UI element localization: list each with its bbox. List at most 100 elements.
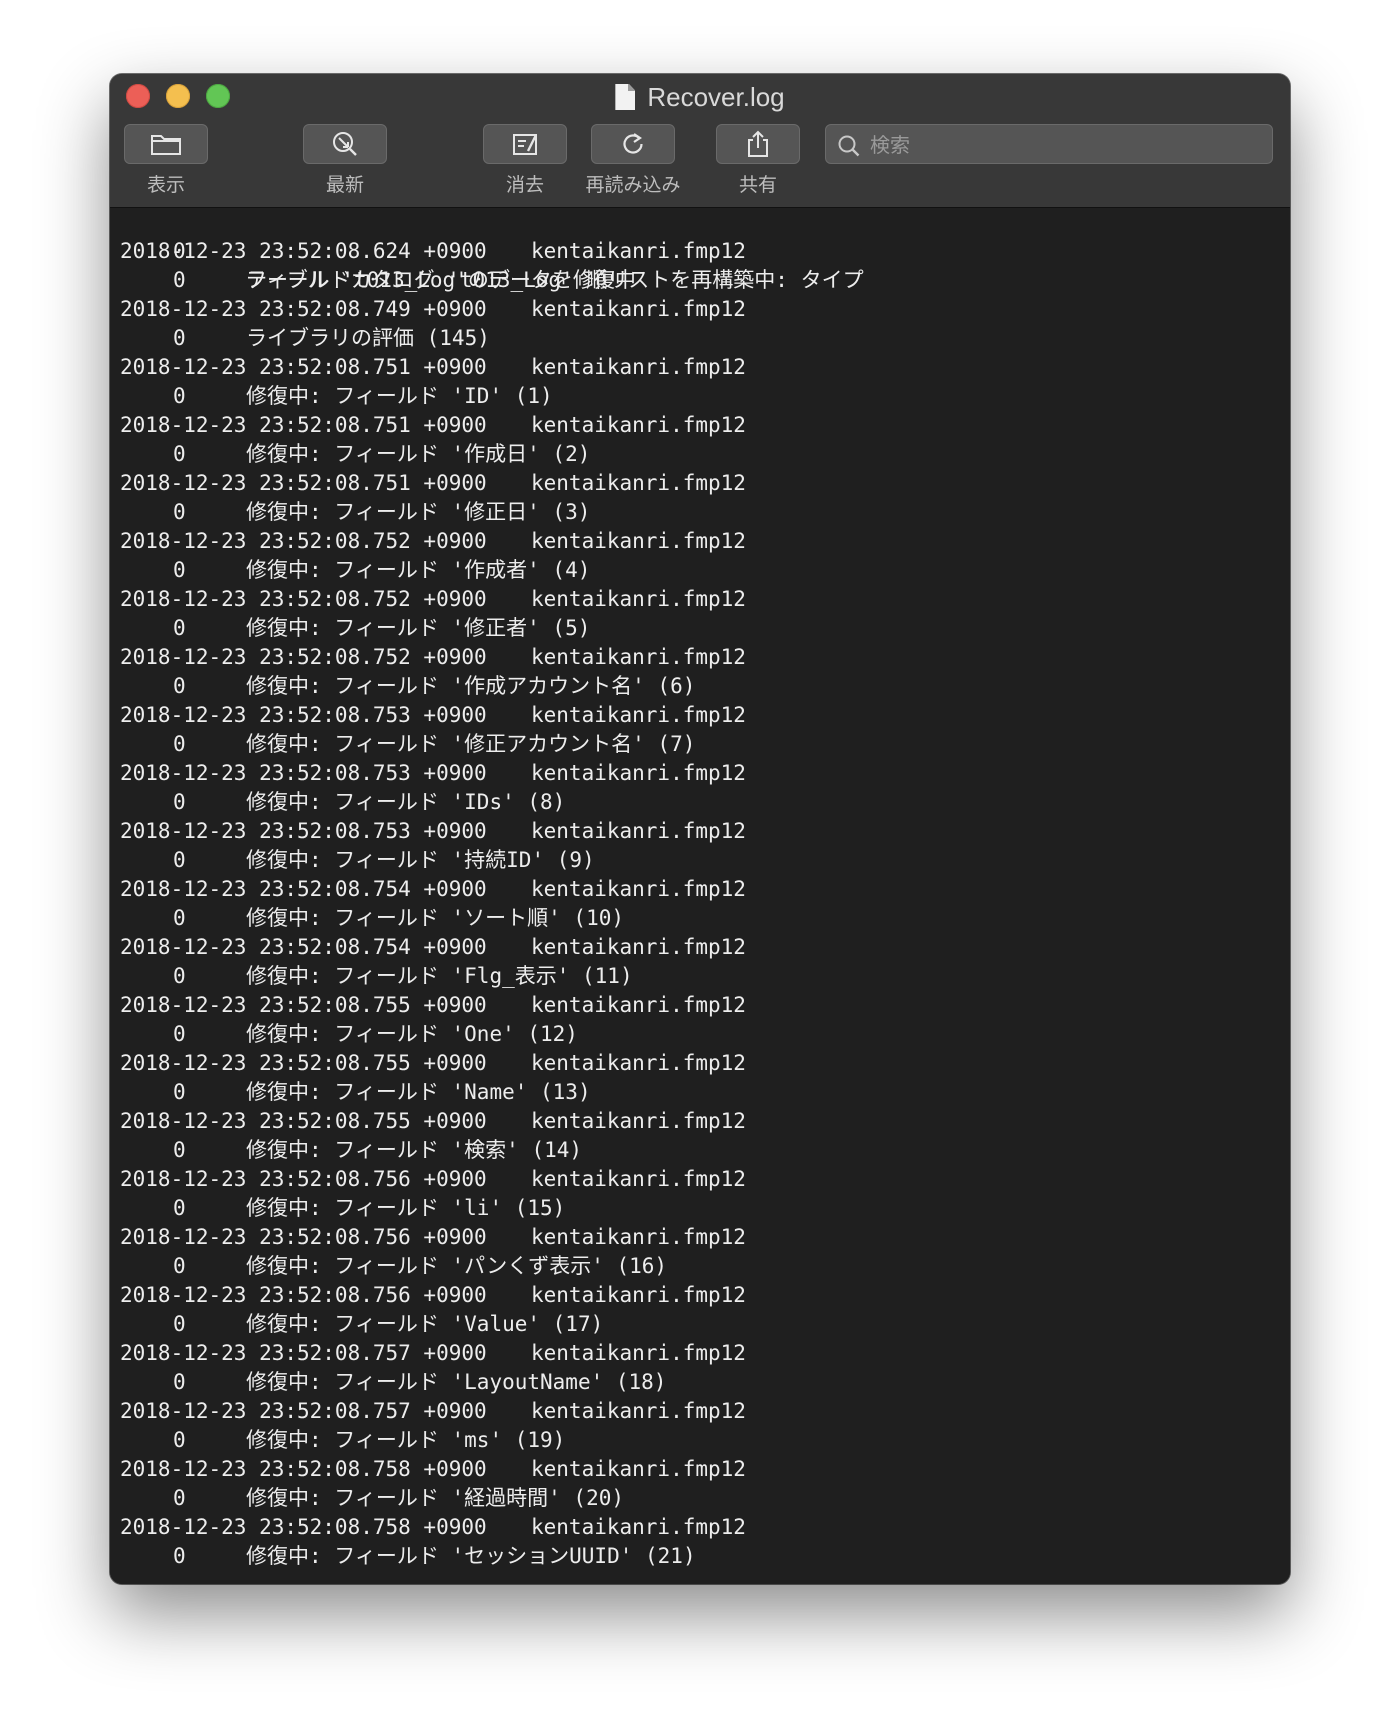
log-message: 修復中: フィールド 'ID' (1): [246, 384, 553, 408]
log-message: 修復中: フィールド '修正アカウント名' (7): [246, 732, 696, 756]
log-timestamp: 2018-12-23 23:52:08.755 +0900: [120, 1109, 487, 1133]
log-message-line: 0 修復中: フィールド 'Value' (17): [120, 1310, 1290, 1339]
log-file: kentaikanri.fmp12: [531, 587, 746, 611]
log-message-line: 0 修復中: フィールド '修正アカウント名' (7): [120, 730, 1290, 759]
log-file: kentaikanri.fmp12: [531, 993, 746, 1017]
log-message: 修復中: フィールド 'Flg_表示' (11): [246, 964, 633, 988]
toolbar-item-share: 共有: [715, 124, 801, 197]
log-entry: 2018-12-23 23:52:08.751 +0900 kentaikanri…: [120, 353, 1290, 411]
log-entry: 2018-12-23 23:52:08.749 +0900 kentaikanri…: [120, 295, 1290, 353]
log-file: kentaikanri.fmp12: [531, 1457, 746, 1481]
magnifier-arrow-icon: [333, 132, 357, 156]
log-file: kentaikanri.fmp12: [531, 1399, 746, 1423]
log-message-line: 0 修復中: フィールド '作成アカウント名' (6): [120, 672, 1290, 701]
log-timestamp: 2018-12-23 23:52:08.751 +0900: [120, 355, 487, 379]
log-message-line: 0 修復中: フィールド '作成日' (2): [120, 440, 1290, 469]
log-timestamp-line: 2018-12-23 23:52:08.758 +0900 kentaikanri…: [120, 1455, 1290, 1484]
log-message-line: 0 修復中: フィールド 'IDs' (8): [120, 788, 1290, 817]
clear-button[interactable]: [483, 124, 567, 164]
log-file: kentaikanri.fmp12: [531, 703, 746, 727]
log-timestamp: 2018-12-23 23:52:08.758 +0900: [120, 1457, 487, 1481]
toolbar-item-show: 表示: [123, 124, 209, 197]
latest-label: 最新: [325, 174, 364, 196]
log-message: 修復中: フィールド 'li' (15): [246, 1196, 566, 1220]
log-code: 0: [173, 906, 186, 930]
log-file: kentaikanri.fmp12: [531, 761, 746, 785]
log-timestamp-line: 2018-12-23 23:52:08.752 +0900 kentaikanri…: [120, 643, 1290, 672]
log-file: kentaikanri.fmp12: [531, 935, 746, 959]
log-message: 修復中: フィールド 'ms' (19): [246, 1428, 566, 1452]
log-timestamp-line: 2018-12-23 23:52:08.752 +0900 kentaikanri…: [120, 527, 1290, 556]
log-message: 修復中: フィールド 'One' (12): [246, 1022, 578, 1046]
log-message: テーブル 't013_Log'のデータを修復中: [246, 268, 636, 292]
log-message: 修復中: フィールド 'パンくず表示' (16): [246, 1254, 668, 1278]
log-message: 修復中: フィールド '作成日' (2): [246, 442, 591, 466]
log-message: 修復中: フィールド 'セッションUUID' (21): [246, 1544, 696, 1568]
log-timestamp: 2018-12-23 23:52:08.756 +0900: [120, 1283, 487, 1307]
log-timestamp: 2018-12-23 23:52:08.624 +0900: [120, 239, 487, 263]
share-button[interactable]: [716, 124, 800, 164]
log-message: 修復中: フィールド '作成者' (4): [246, 558, 591, 582]
log-file: kentaikanri.fmp12: [531, 355, 746, 379]
log-timestamp-line: 2018-12-23 23:52:08.749 +0900 kentaikanri…: [120, 295, 1290, 324]
log-timestamp: 2018-12-23 23:52:08.758 +0900: [120, 1515, 487, 1539]
log-entry: 2018-12-23 23:52:08.757 +0900 kentaikanri…: [120, 1397, 1290, 1455]
log-timestamp: 2018-12-23 23:52:08.749 +0900: [120, 297, 487, 321]
log-message: 修復中: フィールド '経過時間' (20): [246, 1486, 625, 1510]
log-code: 0: [173, 1254, 186, 1278]
log-code: 0: [173, 1486, 186, 1510]
log-code: 0: [173, 964, 186, 988]
log-code: 0: [173, 1080, 186, 1104]
log-timestamp-line: 2018-12-23 23:52:08.755 +0900 kentaikanri…: [120, 1107, 1290, 1136]
log-entry: 2018-12-23 23:52:08.755 +0900 kentaikanri…: [120, 1049, 1290, 1107]
console-window: Recover.log 表示 最新 消去 再読み込み 共有 検索 0 フィールド…: [110, 74, 1290, 1584]
log-message-line: 0 修復中: フィールド 'パンくず表示' (16): [120, 1252, 1290, 1281]
log-message-line: 0 修復中: フィールド 'ID' (1): [120, 382, 1290, 411]
reload-button[interactable]: [591, 124, 675, 164]
show-button[interactable]: [124, 124, 208, 164]
toolbar-item-latest: 最新: [302, 124, 388, 197]
log-message-line: 0 修復中: フィールド '経過時間' (20): [120, 1484, 1290, 1513]
log-file: kentaikanri.fmp12: [531, 877, 746, 901]
log-timestamp-line: 2018-12-23 23:52:08.753 +0900 kentaikanri…: [120, 817, 1290, 846]
show-label: 表示: [146, 174, 185, 196]
log-file: kentaikanri.fmp12: [531, 1515, 746, 1539]
log-message-line: 0 修復中: フィールド '持続ID' (9): [120, 846, 1290, 875]
log-message: 修復中: フィールド '修正日' (3): [246, 500, 591, 524]
log-message-line: 0 修復中: フィールド '修正者' (5): [120, 614, 1290, 643]
log-code: 0: [173, 326, 186, 350]
log-message-line: 0 修復中: フィールド 'ソート順' (10): [120, 904, 1290, 933]
log-timestamp-line: 2018-12-23 23:52:08.754 +0900 kentaikanri…: [120, 875, 1290, 904]
window-title: Recover.log: [110, 82, 1290, 112]
log-file: kentaikanri.fmp12: [531, 413, 746, 437]
log-code: 0: [173, 442, 186, 466]
log-entry: 2018-12-23 23:52:08.758 +0900 kentaikanri…: [120, 1513, 1290, 1571]
log-view[interactable]: 0 フィールドカタログ 't013_Log' 順リストを再構築中: タイプ 20…: [110, 208, 1290, 1584]
log-timestamp: 2018-12-23 23:52:08.753 +0900: [120, 819, 487, 843]
log-code: 0: [173, 268, 186, 292]
log-message: 修復中: フィールド 'Value' (17): [246, 1312, 604, 1336]
reload-icon: [623, 133, 643, 154]
log-message: ライブラリの評価 (145): [246, 326, 490, 350]
log-entry: 2018-12-23 23:52:08.758 +0900 kentaikanri…: [120, 1455, 1290, 1513]
search-input[interactable]: [868, 129, 1262, 161]
share-label: 共有: [738, 174, 777, 196]
clear-log-icon: [513, 134, 538, 155]
log-timestamp-line: 2018-12-23 23:52:08.757 +0900 kentaikanri…: [120, 1339, 1290, 1368]
log-timestamp: 2018-12-23 23:52:08.757 +0900: [120, 1341, 487, 1365]
log-timestamp-line: 2018-12-23 23:52:08.756 +0900 kentaikanri…: [120, 1165, 1290, 1194]
log-entry: 2018-12-23 23:52:08.752 +0900 kentaikanri…: [120, 585, 1290, 643]
log-entry: 2018-12-23 23:52:08.756 +0900 kentaikanri…: [120, 1165, 1290, 1223]
log-code: 0: [173, 1312, 186, 1336]
log-message-line: 0 修復中: フィールド 'Flg_表示' (11): [120, 962, 1290, 991]
log-message-line: 0 修復中: フィールド '検索' (14): [120, 1136, 1290, 1165]
log-entry: 2018-12-23 23:52:08.756 +0900 kentaikanri…: [120, 1223, 1290, 1281]
search-field[interactable]: [825, 124, 1273, 164]
latest-button[interactable]: [303, 124, 387, 164]
log-entry: 2018-12-23 23:52:08.755 +0900 kentaikanri…: [120, 1107, 1290, 1165]
log-message-line: 0 修復中: フィールド '作成者' (4): [120, 556, 1290, 585]
log-timestamp-line: 2018-12-23 23:52:08.752 +0900 kentaikanri…: [120, 585, 1290, 614]
log-entry: 2018-12-23 23:52:08.753 +0900 kentaikanri…: [120, 817, 1290, 875]
log-message-line: 0 修復中: フィールド 'LayoutName' (18): [120, 1368, 1290, 1397]
log-timestamp-line: 2018-12-23 23:52:08.755 +0900 kentaikanri…: [120, 991, 1290, 1020]
